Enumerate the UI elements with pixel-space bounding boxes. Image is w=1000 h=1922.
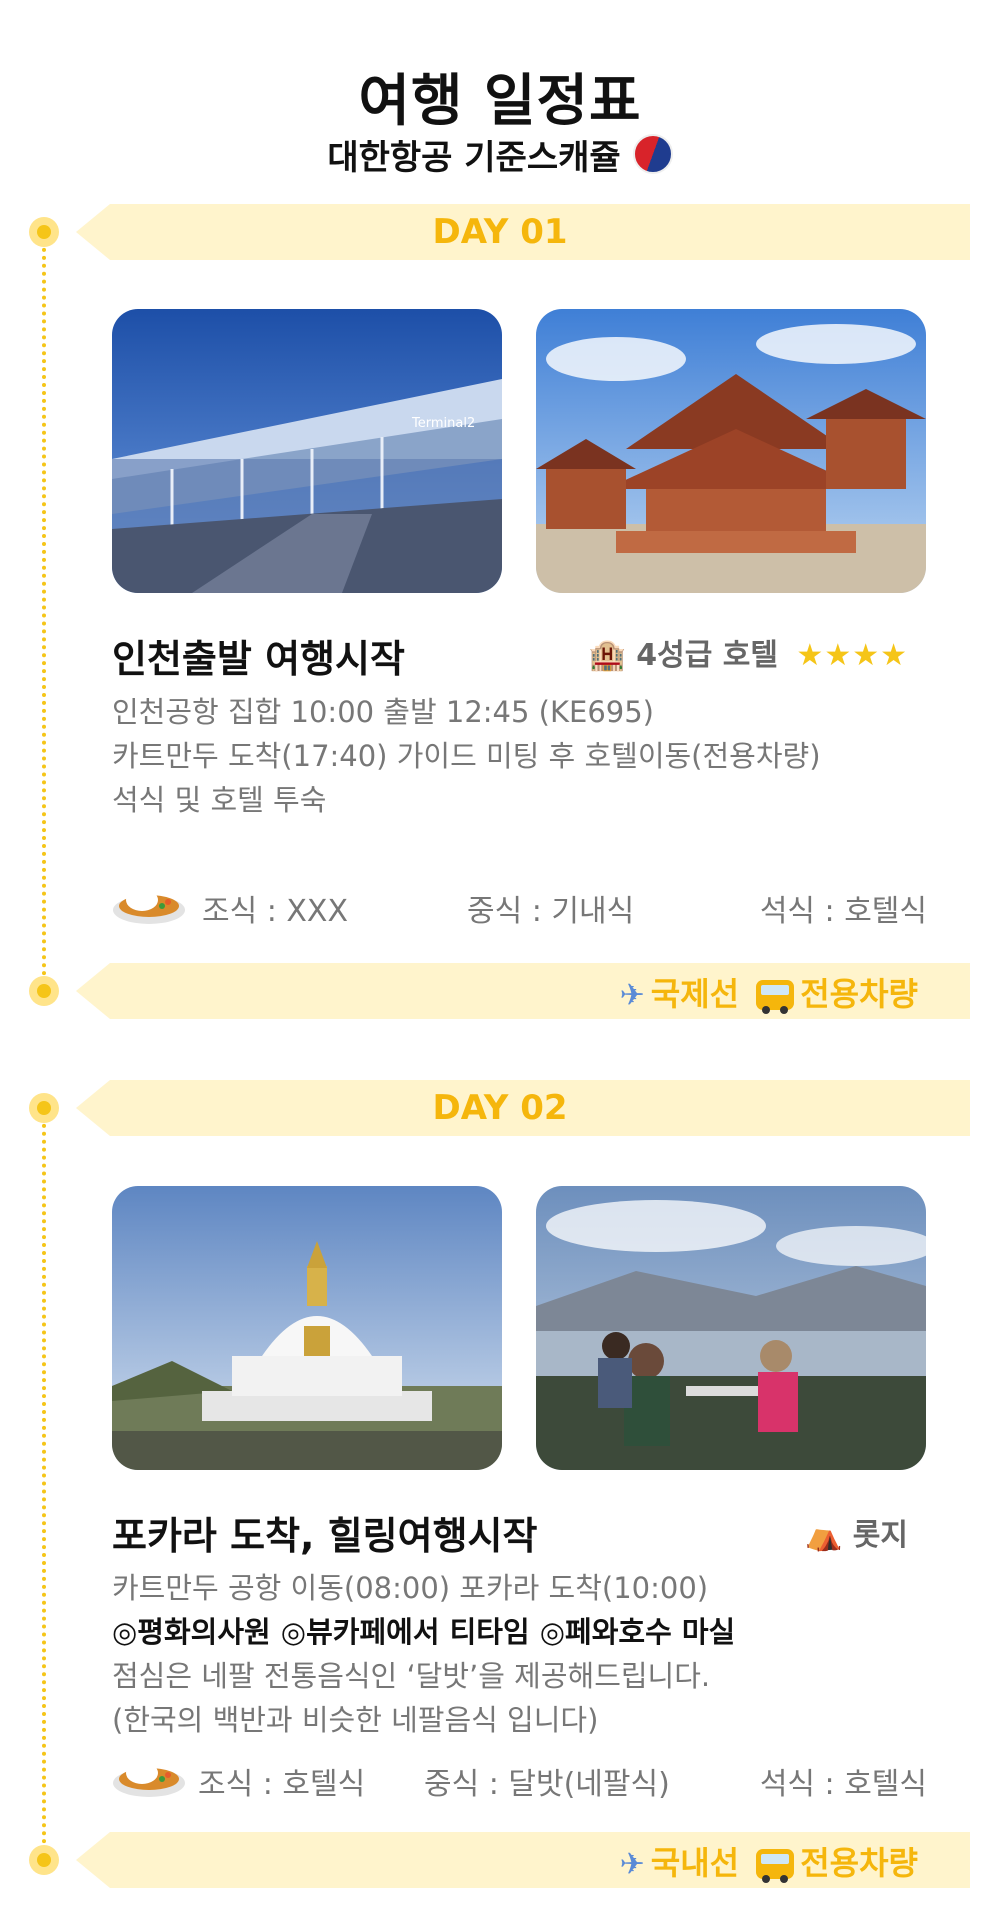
meals-row: 조식 : 호텔식 중식 : 달밧(네팔식) 석식 : 호텔식 [112, 1751, 927, 1807]
day-banner: DAY 01 [76, 204, 970, 260]
transport-banner: ✈ 국내선 전용차량 [76, 1832, 970, 1888]
curry-rice-icon [113, 889, 185, 924]
timeline-dot [29, 1845, 59, 1875]
world-peace-pagoda-photo [112, 1186, 502, 1470]
desc-line: 인천공항 집합 10:00 출발 12:45 (KE695) [112, 695, 654, 729]
timeline-line-day1 [42, 232, 46, 992]
dinner-label: 석식 : 호텔식 [759, 894, 927, 929]
hotel-grade: 🏨 4성급 호텔 ★★★★ [588, 630, 908, 674]
timeline-dot [29, 217, 59, 247]
tent-icon: ⛺ [804, 1518, 843, 1553]
itinerary-description: 카트만두 공항 이동(08:00) 포카라 도착(10:00) ◎평화의사원 ◎… [112, 1566, 735, 1742]
svg-text:Terminal2: Terminal2 [411, 416, 475, 431]
breakfast-label: 조식 : XXX [202, 894, 349, 929]
desc-line: 카트만두 도착(17:40) 가이드 미팅 후 호텔이동(전용차량) [112, 739, 821, 773]
airplane-icon: ✈ [619, 978, 645, 1013]
itinerary-description: 인천공항 집합 10:00 출발 12:45 (KE695) 카트만두 도착(1… [112, 690, 821, 822]
star-rating: ★★★★ [796, 638, 908, 673]
breakfast-label: 조식 : 호텔식 [198, 1767, 366, 1802]
flight-type: 국내선 [650, 1844, 740, 1882]
desc-line: 점심은 네팔 전통음식인 ‘달밧’을 제공해드립니다. [112, 1659, 711, 1693]
transport-banner: ✈ 국제선 전용차량 [76, 963, 970, 1019]
dinner-label: 석식 : 호텔식 [759, 1767, 927, 1802]
korean-air-logo-icon [632, 134, 673, 174]
desc-line: (한국의 백반과 비슷한 네팔음식 입니다) [112, 1703, 599, 1737]
lodging-label: 롯지 [852, 1518, 908, 1553]
meals-row: 조식 : XXX 중식 : 기내식 석식 : 호텔식 [112, 878, 927, 934]
activity-title: 포카라 도착, 힐링여행시작 [112, 1514, 538, 1558]
transport-info: ✈ 국제선 전용차량 [614, 969, 918, 1015]
kathmandu-temple-photo [536, 309, 926, 593]
vehicle-type: 전용차량 [800, 1844, 918, 1882]
day-banner: DAY 02 [76, 1080, 970, 1136]
bus-icon [756, 1849, 795, 1883]
activity-title: 인천출발 여행시작 [112, 637, 405, 681]
lunch-label: 중식 : 기내식 [467, 894, 635, 929]
desc-line: 석식 및 호텔 투숙 [112, 783, 327, 817]
hotel-icon: 🏨 [588, 638, 626, 673]
flight-type: 국제선 [650, 975, 740, 1013]
desc-line: 카트만두 공항 이동(08:00) 포카라 도착(10:00) [112, 1571, 709, 1605]
page-title: 여행 일정표 [358, 69, 642, 134]
hotel-grade-label: 4성급 호텔 [636, 638, 778, 673]
lodging-type: ⛺ 롯지 [805, 1510, 908, 1554]
bus-icon [756, 980, 795, 1014]
page-subtitle: 대한항공 기준스캐쥴 [0, 130, 1000, 179]
timeline-dot [29, 976, 59, 1006]
vehicle-type: 전용차량 [800, 975, 918, 1013]
airplane-icon: ✈ [619, 1847, 645, 1882]
curry-rice-icon [113, 1762, 185, 1797]
incheon-airport-terminal-photo: Terminal2 [112, 309, 502, 593]
day-label: DAY 01 [432, 212, 568, 252]
transport-info: ✈ 국내선 전용차량 [614, 1838, 918, 1884]
day-label: DAY 02 [432, 1088, 568, 1128]
timeline-dot [29, 1093, 59, 1123]
highlight-spots: ◎평화의사원 ◎뷰카페에서 티타임 ◎페와호수 마실 [112, 1615, 736, 1649]
view-cafe-lake-photo [536, 1186, 926, 1470]
airline-schedule-label: 대한항공 기준스캐쥴 [327, 138, 621, 178]
timeline-line-day2 [42, 1100, 46, 1860]
lunch-label: 중식 : 달밧(네팔식) [424, 1767, 670, 1802]
